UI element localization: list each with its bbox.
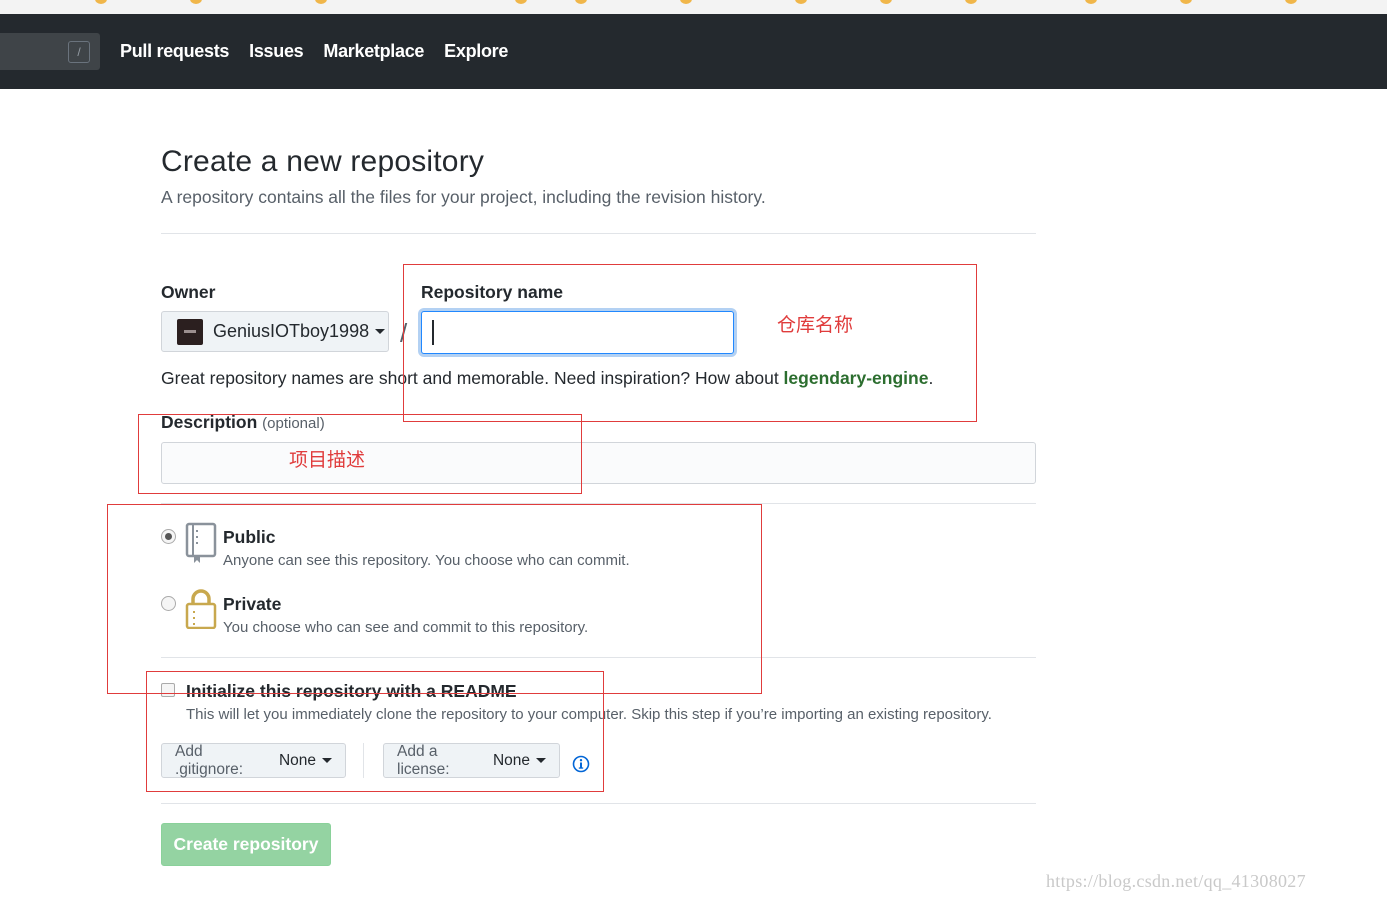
owner-label: Owner	[161, 282, 216, 302]
divider	[161, 233, 1036, 234]
avatar	[177, 318, 203, 345]
search-input[interactable]: /	[0, 33, 100, 70]
nav-issues[interactable]: Issues	[249, 41, 304, 62]
annotation-box-repo-name	[403, 264, 977, 422]
nav-marketplace[interactable]: Marketplace	[323, 41, 424, 62]
bookmark-icon	[515, 0, 527, 4]
bookmark-icon	[315, 0, 327, 4]
page-title: Create a new repository	[161, 145, 485, 178]
header-nav: Pull requests Issues Marketplace Explore	[120, 41, 508, 62]
bookmark-icon	[795, 0, 807, 4]
bookmark-icon	[680, 0, 692, 4]
owner-name: GeniusIOTboy1998	[213, 321, 370, 341]
nav-explore[interactable]: Explore	[444, 41, 508, 62]
bookmark-icon	[95, 0, 107, 4]
bookmark-icon	[965, 0, 977, 4]
search-shortcut-key: /	[68, 41, 90, 63]
bookmark-icon	[1285, 0, 1297, 4]
create-repository-button[interactable]: Create repository	[161, 823, 331, 866]
annotation-box-readme	[146, 671, 604, 792]
bookmark-icon	[190, 0, 202, 4]
bookmark-icon	[1085, 0, 1097, 4]
divider	[161, 803, 1036, 804]
annotation-box-visibility	[107, 504, 762, 694]
bookmark-icon	[880, 0, 892, 4]
browser-bookmark-strip	[0, 0, 1387, 15]
nav-pull-requests[interactable]: Pull requests	[120, 41, 229, 62]
caret-down-icon	[375, 329, 386, 334]
annotation-repo-name: 仓库名称	[777, 314, 854, 336]
annotation-description: 项目描述	[289, 449, 366, 471]
page-subtitle: A repository contains all the files for …	[161, 187, 766, 207]
bookmark-icon	[1180, 0, 1192, 4]
owner-select[interactable]: GeniusIOTboy1998	[161, 311, 389, 352]
site-header: / Pull requests Issues Marketplace Explo…	[0, 14, 1387, 89]
bookmark-icon	[575, 0, 587, 4]
watermark: https://blog.csdn.net/qq_41308027	[1046, 871, 1306, 891]
